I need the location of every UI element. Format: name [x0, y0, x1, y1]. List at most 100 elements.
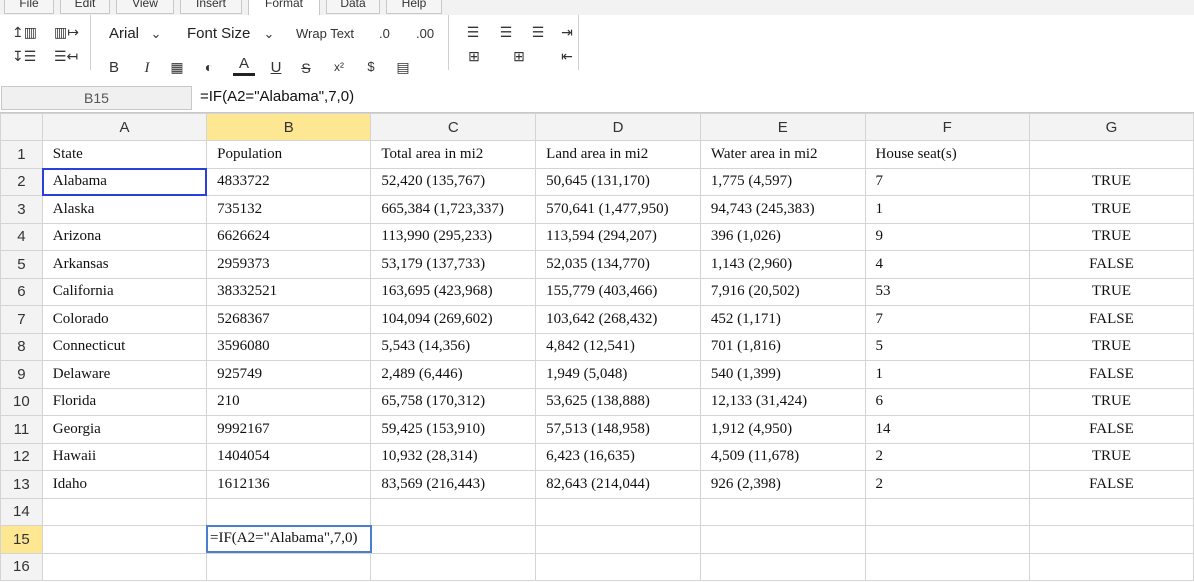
cell-c8[interactable]: 5,543 (14,356): [370, 332, 537, 361]
cell-a9[interactable]: Delaware: [41, 360, 208, 389]
cell-c2[interactable]: 52,420 (135,767): [370, 167, 537, 196]
cell-d5[interactable]: 52,035 (134,770): [535, 250, 701, 279]
cell-b1[interactable]: Population: [206, 140, 372, 169]
cell-c6[interactable]: 163,695 (423,968): [370, 277, 537, 306]
underline-button[interactable]: U: [268, 59, 284, 77]
cell-f7[interactable]: 7: [864, 305, 1030, 334]
cell-a13[interactable]: Idaho: [41, 470, 208, 499]
cell-b14[interactable]: [206, 497, 372, 526]
italic-button[interactable]: I: [139, 59, 155, 77]
align-center-icon[interactable]: ☰: [497, 23, 515, 41]
row-header-11[interactable]: 11: [0, 415, 43, 444]
cell-f12[interactable]: 2: [864, 442, 1030, 471]
cell-b2[interactable]: 4833722: [206, 167, 372, 196]
wrap-text-button[interactable]: Wrap Text: [296, 26, 354, 41]
cell-e6[interactable]: 7,916 (20,502): [699, 277, 866, 306]
cell-f2[interactable]: 7: [864, 167, 1030, 196]
cell-g4[interactable]: TRUE: [1028, 222, 1194, 251]
cell-d2[interactable]: 50,645 (131,170): [535, 167, 701, 196]
cell-a10[interactable]: Florida: [41, 387, 208, 416]
cell-b7[interactable]: 5268367: [206, 305, 372, 334]
cell-f15[interactable]: [864, 525, 1030, 554]
cell-g9[interactable]: FALSE: [1028, 360, 1194, 389]
chevron-down-icon[interactable]: ⌄: [261, 25, 277, 43]
insert-row-below-icon[interactable]: ↧☰: [12, 47, 36, 65]
cell-e10[interactable]: 12,133 (31,424): [699, 387, 866, 416]
cell-a4[interactable]: Arizona: [41, 222, 208, 251]
cell-g3[interactable]: TRUE: [1028, 195, 1194, 224]
cell-a8[interactable]: Connecticut: [41, 332, 208, 361]
cell-editor[interactable]: =IF(A2="Alabama",7,0): [206, 525, 372, 553]
cell-c15[interactable]: [370, 525, 537, 554]
cell-f3[interactable]: 1: [864, 195, 1030, 224]
cell-e16[interactable]: [699, 552, 866, 581]
cell-f6[interactable]: 53: [864, 277, 1030, 306]
cell-c4[interactable]: 113,990 (295,233): [370, 222, 537, 251]
cell-f11[interactable]: 14: [864, 415, 1030, 444]
cell-g13[interactable]: FALSE: [1028, 470, 1194, 499]
cell-e4[interactable]: 396 (1,026): [699, 222, 866, 251]
borders-icon[interactable]: ▦: [168, 58, 186, 76]
column-header-a[interactable]: A: [41, 113, 208, 141]
column-header-f[interactable]: F: [864, 113, 1030, 141]
cell-d13[interactable]: 82,643 (214,044): [535, 470, 701, 499]
superscript-button[interactable]: x²: [330, 58, 348, 76]
cell-e13[interactable]: 926 (2,398): [699, 470, 866, 499]
row-header-16[interactable]: 16: [0, 552, 43, 581]
cell-c16[interactable]: [370, 552, 537, 581]
row-header-14[interactable]: 14: [0, 497, 43, 526]
cell-e9[interactable]: 540 (1,399): [699, 360, 866, 389]
cell-a14[interactable]: [41, 497, 208, 526]
row-header-1[interactable]: 1: [0, 140, 43, 169]
cell-e7[interactable]: 452 (1,171): [699, 305, 866, 334]
cell-g10[interactable]: TRUE: [1028, 387, 1194, 416]
cell-e14[interactable]: [699, 497, 866, 526]
cell-f1[interactable]: House seat(s): [864, 140, 1030, 169]
cell-d4[interactable]: 113,594 (294,207): [535, 222, 701, 251]
row-header-7[interactable]: 7: [0, 305, 43, 334]
cell-f13[interactable]: 2: [864, 470, 1030, 499]
cell-g16[interactable]: [1028, 552, 1194, 581]
row-header-15[interactable]: 15: [0, 525, 43, 554]
row-header-3[interactable]: 3: [0, 195, 43, 224]
cell-a2[interactable]: Alabama: [41, 167, 208, 196]
cell-c12[interactable]: 10,932 (28,314): [370, 442, 537, 471]
cell-d16[interactable]: [535, 552, 701, 581]
cell-e1[interactable]: Water area in mi2: [699, 140, 866, 169]
cell-a5[interactable]: Arkansas: [41, 250, 208, 279]
cell-f14[interactable]: [864, 497, 1030, 526]
menu-tab-insert[interactable]: Insert: [180, 0, 242, 14]
cell-f8[interactable]: 5: [864, 332, 1030, 361]
insert-row-above-icon[interactable]: ↥▥: [12, 23, 37, 41]
cell-c1[interactable]: Total area in mi2: [370, 140, 537, 169]
row-header-10[interactable]: 10: [0, 387, 43, 416]
cell-d12[interactable]: 6,423 (16,635): [535, 442, 701, 471]
cell-f4[interactable]: 9: [864, 222, 1030, 251]
cell-e12[interactable]: 4,509 (11,678): [699, 442, 866, 471]
table-grid-icon[interactable]: ⊞: [509, 47, 529, 65]
row-header-5[interactable]: 5: [0, 250, 43, 279]
cell-a15[interactable]: [41, 525, 208, 554]
cell-b6[interactable]: 38332521: [206, 277, 372, 306]
row-header-12[interactable]: 12: [0, 442, 43, 471]
menu-tab-edit[interactable]: Edit: [60, 0, 110, 14]
strikethrough-button[interactable]: S: [298, 59, 314, 77]
column-header-e[interactable]: E: [699, 113, 866, 141]
menu-tab-format[interactable]: Format: [248, 0, 320, 16]
cell-d6[interactable]: 155,779 (403,466): [535, 277, 701, 306]
cell-f10[interactable]: 6: [864, 387, 1030, 416]
cell-c3[interactable]: 665,384 (1,723,337): [370, 195, 537, 224]
font-size-select[interactable]: Font Size: [187, 25, 250, 42]
cell-b8[interactable]: 3596080: [206, 332, 372, 361]
insert-column-icon[interactable]: ▥↦: [54, 23, 79, 41]
cell-a12[interactable]: Hawaii: [41, 442, 208, 471]
delete-row-icon[interactable]: ☰↤: [54, 47, 78, 65]
row-header-9[interactable]: 9: [0, 360, 43, 389]
chevron-down-icon[interactable]: ⌄: [148, 25, 164, 43]
row-header-2[interactable]: 2: [0, 167, 43, 196]
cell-b13[interactable]: 1612136: [206, 470, 372, 499]
cell-e11[interactable]: 1,912 (4,950): [699, 415, 866, 444]
cell-d14[interactable]: [535, 497, 701, 526]
cell-g6[interactable]: TRUE: [1028, 277, 1194, 306]
menu-tab-help[interactable]: Help: [386, 0, 442, 14]
